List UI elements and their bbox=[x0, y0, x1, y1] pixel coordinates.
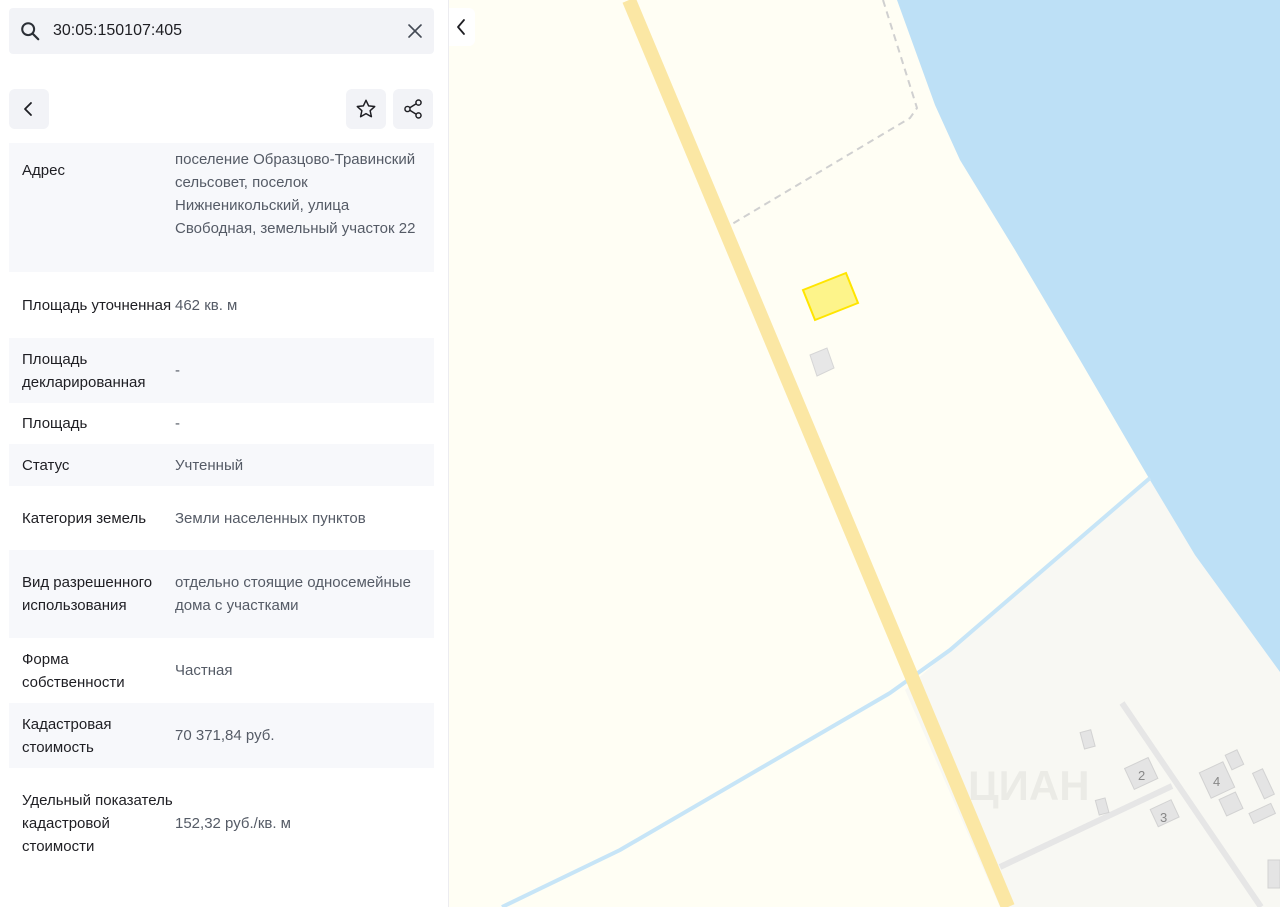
info-panel: Адрес поселение Образцово-Травинский сел… bbox=[0, 0, 449, 907]
property-row-land-category: Категория земель Земли населенных пункто… bbox=[9, 486, 434, 550]
map-watermark: ЦИАН bbox=[968, 762, 1090, 809]
property-row-area: Площадь - bbox=[9, 403, 434, 444]
close-icon[interactable] bbox=[406, 22, 424, 40]
property-label: Площадь уточненная bbox=[22, 296, 172, 314]
property-value: отдельно стоящие односемейные дома с уча… bbox=[175, 574, 411, 614]
property-value: 462 кв. м bbox=[175, 296, 238, 314]
property-value: - bbox=[175, 362, 180, 379]
property-value: Земли населенных пунктов bbox=[175, 509, 366, 527]
property-label: Кадастровая стоимость bbox=[22, 715, 112, 756]
property-row-address: Адрес поселение Образцово-Травинский сел… bbox=[9, 143, 434, 272]
search-bar bbox=[9, 8, 434, 54]
property-row-ownership: Форма собственности Частная bbox=[9, 638, 434, 703]
search-icon bbox=[21, 22, 40, 41]
back-button[interactable] bbox=[9, 89, 49, 129]
property-label: Удельный показатель кадастровой стоимост… bbox=[22, 791, 173, 855]
property-label: Площадь декларированная bbox=[22, 350, 146, 391]
property-row-cadastral-value: Кадастровая стоимость 70 371,84 руб. bbox=[9, 703, 434, 768]
property-value: - bbox=[175, 415, 180, 432]
property-row-permitted-use: Вид разрешенного использования отдельно … bbox=[9, 550, 434, 638]
property-table: Адрес поселение Образцово-Травинский сел… bbox=[9, 143, 434, 878]
property-value: 70 371,84 руб. bbox=[175, 727, 275, 744]
share-icon bbox=[404, 99, 422, 119]
house-number: 3 bbox=[1160, 810, 1167, 825]
chevron-left-icon bbox=[24, 102, 32, 116]
property-label: Категория земель bbox=[22, 509, 147, 527]
property-label: Статус bbox=[22, 456, 70, 474]
property-value: Учтенный bbox=[175, 456, 244, 474]
property-value: 152,32 руб./кв. м bbox=[175, 814, 291, 832]
favorite-button[interactable] bbox=[346, 89, 386, 129]
property-row-unit-value: Удельный показатель кадастровой стоимост… bbox=[9, 768, 434, 878]
property-row-status: Статус Учтенный bbox=[9, 444, 434, 486]
chevron-left-icon bbox=[457, 19, 465, 35]
star-icon bbox=[356, 99, 376, 118]
house-number: 2 bbox=[1138, 768, 1145, 783]
house-number: 4 bbox=[1213, 774, 1220, 789]
property-label: Форма собственности bbox=[22, 650, 125, 691]
property-label: Вид разрешенного использования bbox=[22, 574, 153, 614]
building bbox=[1267, 859, 1280, 889]
property-row-area-declared: Площадь декларированная - bbox=[9, 338, 434, 403]
property-value: Частная bbox=[175, 662, 233, 679]
property-label: Площадь bbox=[22, 415, 88, 432]
map-view[interactable]: 2 3 4 ЦИАН bbox=[449, 0, 1280, 907]
collapse-panel-button[interactable] bbox=[449, 8, 475, 46]
search-input[interactable] bbox=[53, 8, 393, 54]
property-row-area-refined: Площадь уточненная 462 кв. м bbox=[9, 272, 434, 338]
property-value: поселение Образцово-Травинский сельсовет… bbox=[175, 151, 416, 237]
share-button[interactable] bbox=[393, 89, 433, 129]
property-label: Адрес bbox=[22, 162, 65, 179]
